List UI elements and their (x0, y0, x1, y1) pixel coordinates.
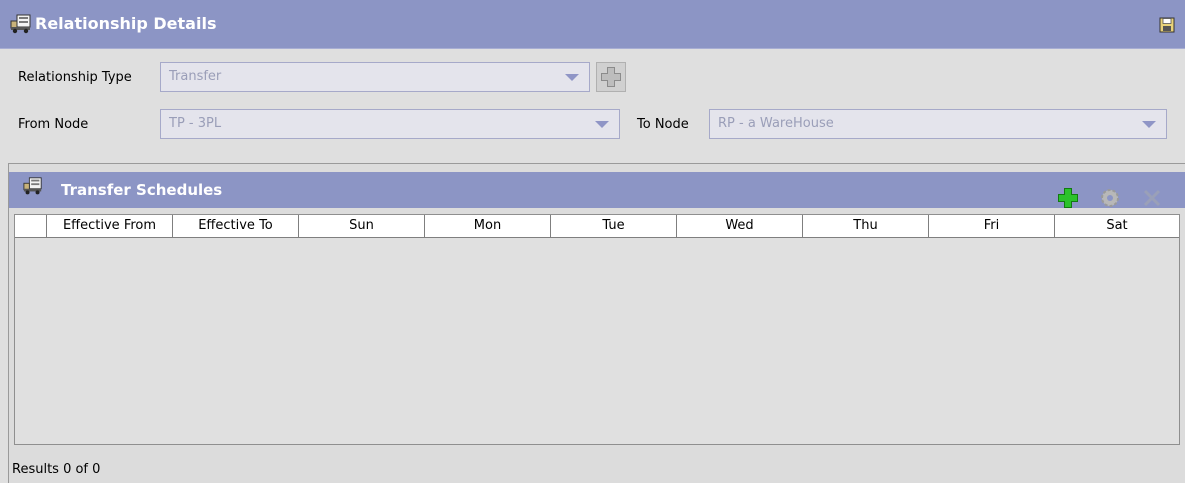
page-title: Relationship Details (35, 14, 217, 33)
truck-icon (23, 177, 42, 195)
from-node-label: From Node (18, 117, 89, 132)
chevron-down-icon[interactable] (1142, 121, 1156, 128)
transfer-schedules-table[interactable]: Effective From Effective To Sun Mon Tue … (14, 214, 1180, 445)
column-header-wed[interactable]: Wed (677, 215, 803, 237)
column-header-sat[interactable]: Sat (1055, 215, 1179, 237)
plus-icon (601, 67, 621, 87)
column-header-fri[interactable]: Fri (929, 215, 1055, 237)
column-header-effective-from[interactable]: Effective From (47, 215, 173, 237)
table-header: Effective From Effective To Sun Mon Tue … (15, 215, 1179, 238)
to-node-select[interactable]: RP - a WareHouse (709, 109, 1167, 139)
truck-icon (10, 14, 31, 34)
add-relationship-type-button[interactable] (596, 62, 626, 92)
title-bar: Relationship Details (0, 0, 1185, 49)
column-header-sun[interactable]: Sun (299, 215, 425, 237)
column-header-tue[interactable]: Tue (551, 215, 677, 237)
column-header-mon[interactable]: Mon (425, 215, 551, 237)
results-count: Results 0 of 0 (12, 462, 101, 477)
to-node-value: RP - a WareHouse (718, 116, 834, 131)
settings-icon[interactable] (1098, 186, 1122, 210)
column-header-effective-to[interactable]: Effective To (173, 215, 299, 237)
transfer-schedules-header: Transfer Schedules (9, 172, 1185, 208)
delete-icon[interactable] (1140, 186, 1164, 210)
save-icon[interactable] (1159, 17, 1175, 33)
chevron-down-icon[interactable] (565, 74, 579, 81)
relationship-type-label: Relationship Type (18, 70, 132, 85)
to-node-label: To Node (637, 117, 689, 132)
column-header-select[interactable] (15, 215, 47, 237)
add-icon[interactable] (1056, 186, 1080, 210)
from-node-select[interactable]: TP - 3PL (160, 109, 620, 139)
relationship-type-value: Transfer (169, 69, 222, 84)
relationship-type-select[interactable]: Transfer (160, 62, 590, 92)
chevron-down-icon[interactable] (595, 121, 609, 128)
from-node-value: TP - 3PL (169, 116, 222, 131)
column-header-thu[interactable]: Thu (803, 215, 929, 237)
transfer-schedules-panel: Transfer Schedules Effective From Effect… (8, 163, 1185, 483)
relationship-details-screen: Relationship Details Relationship Type T… (0, 0, 1185, 483)
transfer-schedules-title: Transfer Schedules (61, 181, 223, 199)
